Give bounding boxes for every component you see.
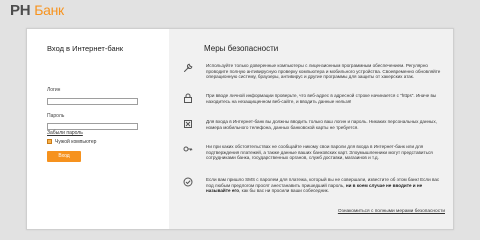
checkmark-icon (183, 177, 193, 187)
tip-text: Для входа в Интернет-банк вы должны ввод… (206, 119, 437, 130)
login-title: Вход в Интернет-банк (47, 44, 124, 53)
logo-rh: РН (10, 2, 31, 19)
security-panel: Меры безопасности Используйте только дов… (169, 29, 453, 229)
other-computer-checkbox[interactable] (47, 139, 52, 144)
tip-text-post: , как бы вас ни просили ваши собеседник. (239, 188, 329, 194)
wrench-icon (183, 63, 193, 73)
key-icon (183, 144, 193, 154)
password-input[interactable] (47, 123, 138, 130)
password-label: Пароль (47, 113, 65, 119)
forgot-password-link[interactable]: Забыли пароль (47, 130, 83, 136)
full-security-link[interactable]: Ознакомиться с полными мерами безопаснос… (338, 209, 445, 214)
lock-icon (183, 93, 193, 103)
tip-text: При вводе личной информации проверьте, ч… (206, 93, 437, 104)
security-title: Меры безопасности (204, 44, 279, 53)
login-card: Вход в Интернет-банк Логин Пароль Забыли… (26, 28, 454, 230)
login-panel: Вход в Интернет-банк Логин Пароль Забыли… (27, 29, 169, 229)
logo-bank: Банк (34, 2, 64, 18)
bank-logo[interactable]: РН Банк (10, 1, 64, 20)
tip-text: Используйте только доверенные компьютеры… (206, 63, 441, 80)
tip-text: Если вам пришло SMS с паролем для платеж… (206, 177, 446, 194)
login-label: Логин (47, 87, 61, 93)
login-button[interactable]: Вход (47, 151, 81, 162)
login-input[interactable] (47, 98, 138, 105)
tip-text: Ни при каких обстоятельствах не сообщайт… (206, 144, 433, 161)
no-entry-icon (183, 119, 193, 129)
other-computer-label: Чужой компьютер (55, 139, 97, 145)
